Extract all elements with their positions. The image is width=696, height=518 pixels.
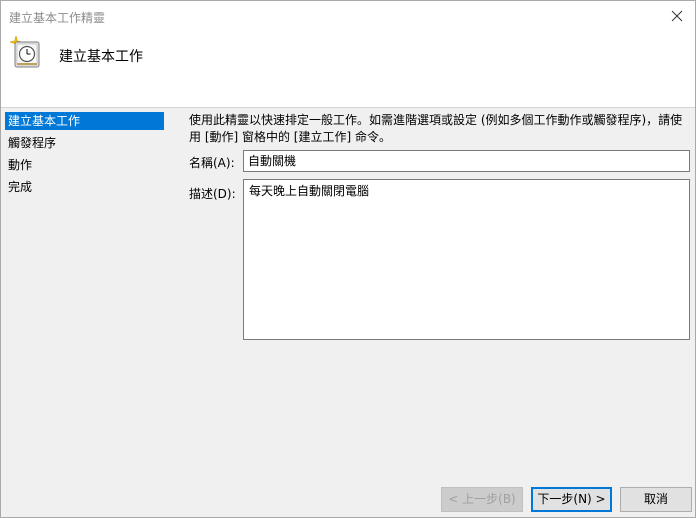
name-field[interactable]: 自動關機 (243, 150, 690, 172)
wizard-header: 建立基本工作 (1, 31, 695, 108)
close-button[interactable] (659, 1, 695, 31)
wizard-description: 使用此精靈以快速排定一般工作。如需進階選項或設定 (例如多個工作動作或觸發程序)… (189, 113, 683, 144)
description-label: 描述(D): (189, 187, 236, 201)
description-field[interactable]: 每天晚上自動關閉電腦 (243, 179, 690, 340)
back-button[interactable]: < 上一步(B) (441, 487, 523, 512)
page-title: 建立基本工作 (59, 49, 143, 65)
sidebar-item-action[interactable]: 動作 (5, 156, 164, 174)
task-scheduler-clock-icon (9, 35, 40, 68)
sidebar-item-finish[interactable]: 完成 (5, 178, 164, 196)
sidebar-item-create-basic-task[interactable]: 建立基本工作 (5, 112, 164, 130)
wizard-window: 建立基本工作精靈 建立基本工作 建立基本工作 觸發程序 動作 完成 使用此精靈以… (0, 0, 696, 518)
window-title: 建立基本工作精靈 (9, 11, 106, 25)
name-label: 名稱(A): (189, 156, 235, 170)
cancel-button[interactable]: 取消 (620, 487, 692, 512)
close-icon (671, 10, 683, 22)
next-button[interactable]: 下一步(N) > (531, 487, 612, 512)
sidebar-item-trigger[interactable]: 觸發程序 (5, 134, 164, 152)
wizard-steps-sidebar: 建立基本工作 觸發程序 動作 完成 (1, 108, 179, 517)
title-bar: 建立基本工作精靈 (1, 1, 695, 31)
